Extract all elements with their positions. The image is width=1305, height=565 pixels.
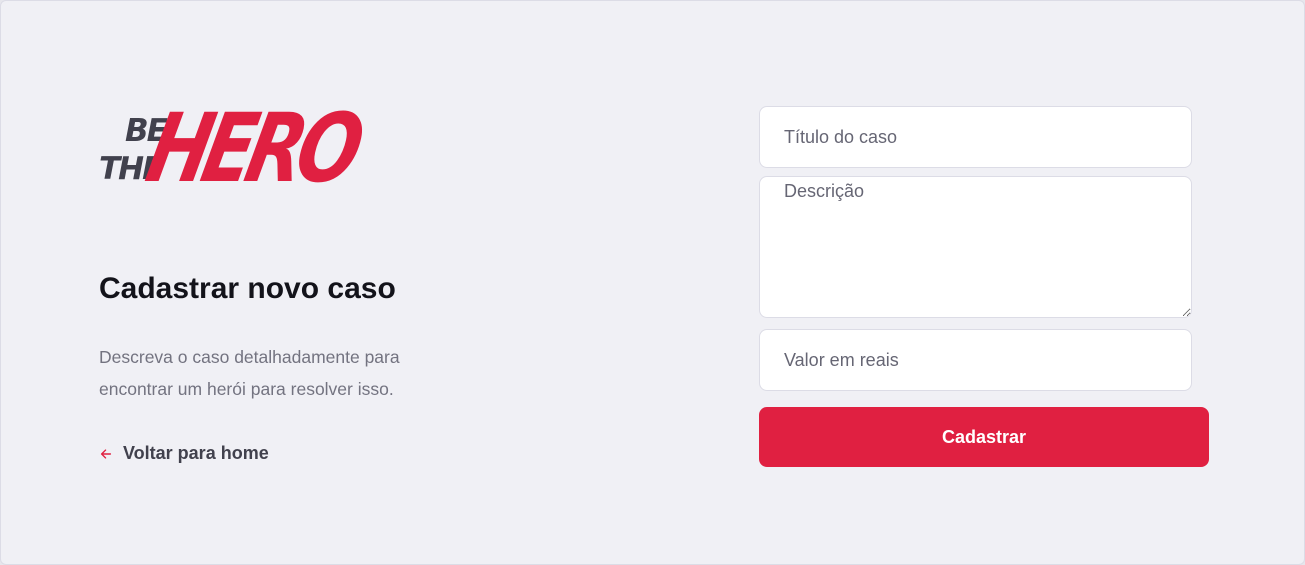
new-incident-page: BE THE HERO Cadastrar novo caso Descreva… [0, 0, 1305, 565]
page-title: Cadastrar novo caso [99, 272, 396, 305]
arrow-left-icon [100, 448, 112, 459]
back-to-home-label: Voltar para home [123, 443, 269, 463]
be-the-hero-logo: BE THE HERO [99, 94, 366, 207]
page-description: Descreva o caso detalhadamente para enco… [99, 347, 400, 399]
case-value-input[interactable] [759, 329, 1192, 391]
case-title-input[interactable] [759, 106, 1192, 168]
case-description-textarea[interactable] [759, 176, 1192, 318]
back-to-home-link[interactable]: Voltar para home [99, 443, 269, 464]
logo-word-hero: HERO [138, 94, 367, 204]
register-button[interactable]: Cadastrar [759, 407, 1209, 467]
